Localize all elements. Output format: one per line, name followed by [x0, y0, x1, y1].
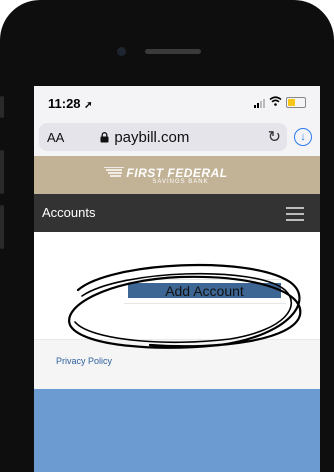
address-bar[interactable]: AA paybill.com ↻ [39, 123, 287, 151]
wifi-icon [269, 96, 282, 109]
status-bar: 11:28 ➚ [34, 86, 320, 120]
phone-screen: 11:28 ➚ AA paybill.com ↻ ↓ FIRST FEDERAL… [34, 86, 320, 472]
bank-logo[interactable]: FIRST FEDERAL SAVINGS BANK [104, 165, 228, 185]
status-icons [254, 96, 306, 109]
browser-toolbar: AA paybill.com ↻ ↓ [34, 120, 320, 156]
signal-icon [254, 98, 265, 108]
lock-icon [100, 131, 109, 142]
bank-header: FIRST FEDERAL SAVINGS BANK [34, 156, 320, 194]
url-display[interactable]: paybill.com [100, 129, 189, 146]
privacy-policy-link[interactable]: Privacy Policy [56, 356, 112, 366]
nav-title: Accounts [42, 205, 96, 220]
reload-icon[interactable]: ↻ [268, 127, 281, 147]
earpiece-speaker [145, 49, 201, 54]
reader-aa-button[interactable]: AA [47, 130, 64, 145]
page-footer: Privacy Policy [34, 339, 320, 389]
clock: 11:28 ➚ [48, 96, 93, 111]
flag-logo-icon [104, 166, 125, 177]
add-account-button[interactable]: Add Account [128, 283, 281, 299]
location-arrow-icon: ➚ [84, 100, 93, 111]
main-content: Add Account [34, 232, 320, 339]
hamburger-menu-icon[interactable] [286, 207, 304, 225]
mute-switch [0, 96, 4, 118]
download-icon[interactable]: ↓ [294, 128, 312, 146]
url-text: paybill.com [114, 128, 190, 146]
volume-up-button [0, 150, 4, 194]
phone-frame: 11:28 ➚ AA paybill.com ↻ ↓ FIRST FEDERAL… [0, 0, 334, 472]
nav-bar: Accounts [34, 194, 320, 232]
battery-icon [286, 97, 306, 108]
bank-name: FIRST FEDERAL [126, 165, 228, 180]
volume-down-button [0, 205, 4, 249]
front-camera [117, 47, 126, 56]
clock-text: 11:28 [48, 96, 81, 111]
